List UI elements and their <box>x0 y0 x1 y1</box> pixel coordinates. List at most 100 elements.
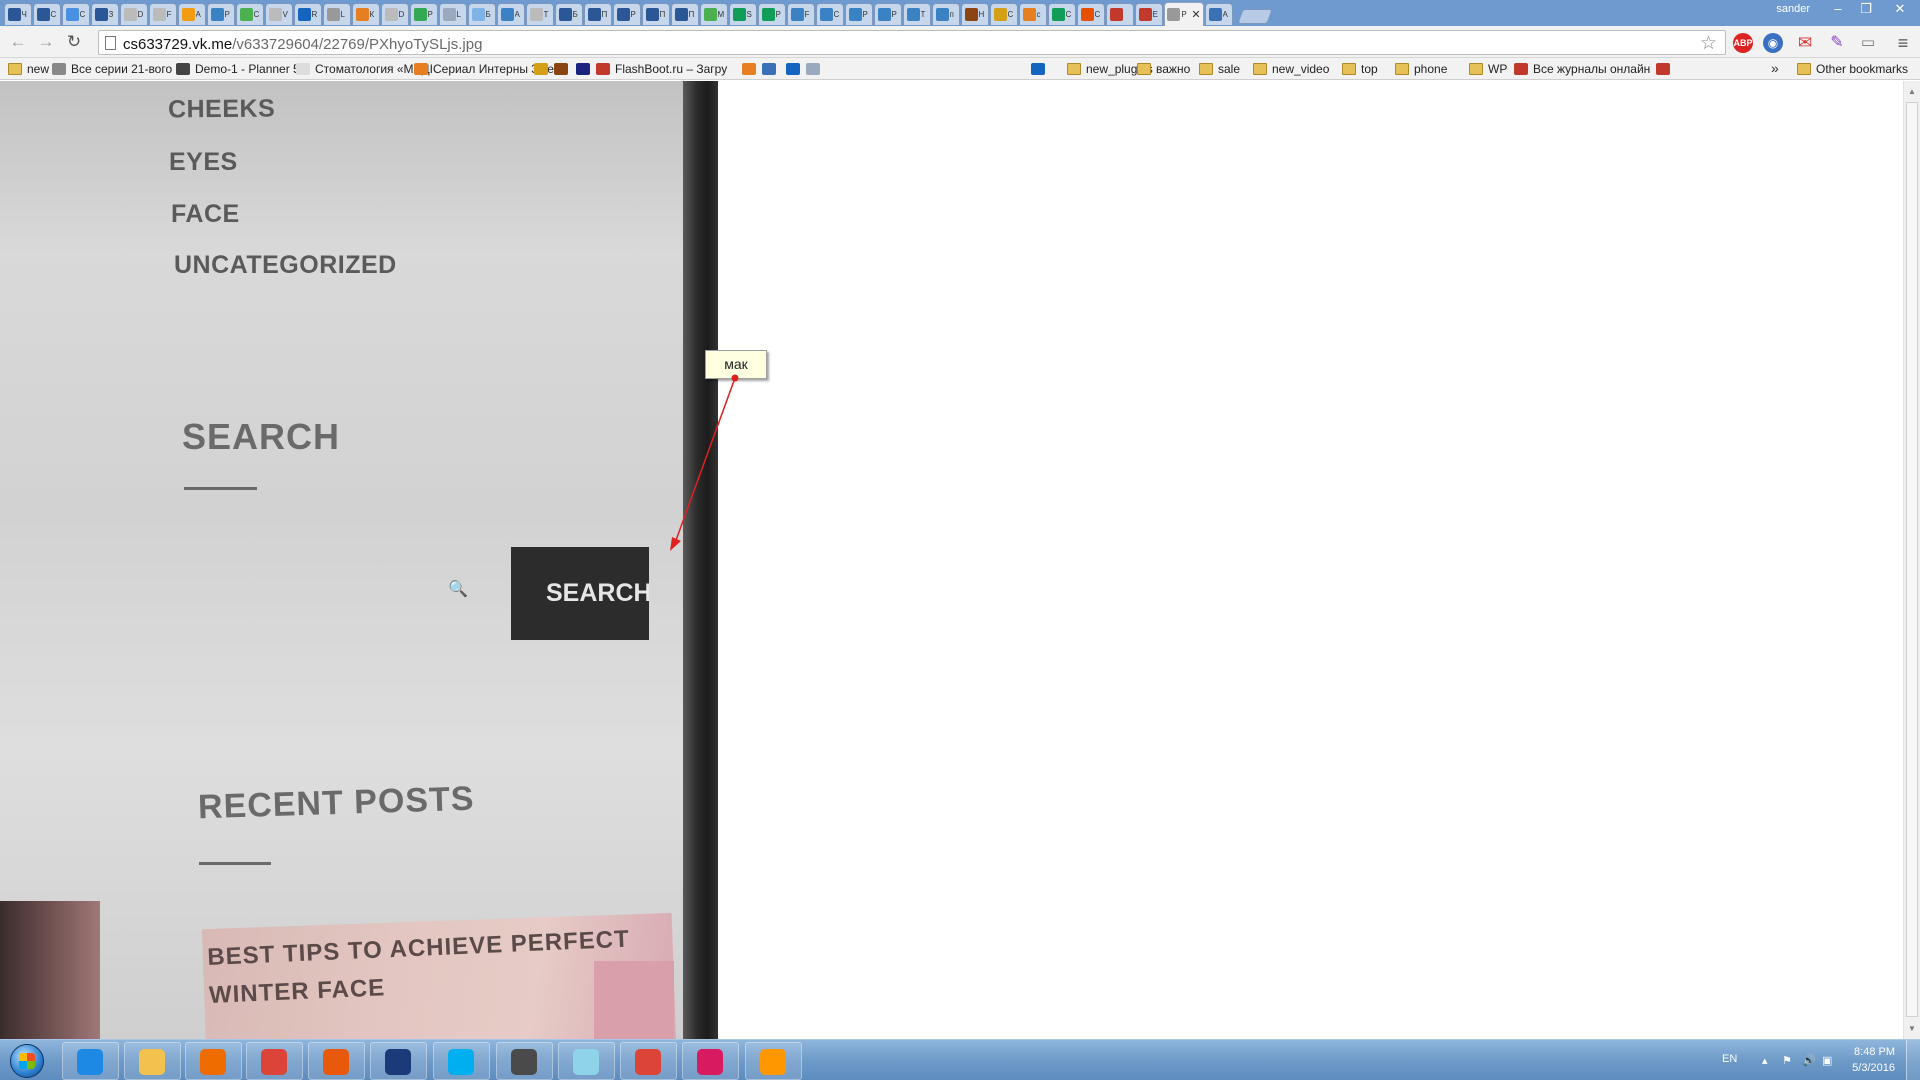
taskbar-media-player-button[interactable] <box>185 1042 242 1080</box>
browser-tab[interactable]: Р <box>845 3 873 25</box>
browser-tab[interactable]: Б <box>555 3 583 25</box>
reload-button[interactable]: ↻ <box>64 32 84 52</box>
taskbar-chrome-button[interactable] <box>246 1042 303 1080</box>
browser-tab[interactable]: Ч <box>4 3 32 25</box>
network-icon[interactable]: ▣ <box>1822 1054 1832 1067</box>
category-link-cheeks[interactable]: CHEEKS <box>168 95 275 125</box>
other-bookmarks[interactable]: Other bookmarks <box>1797 61 1908 77</box>
browser-tab[interactable]: п <box>932 3 960 25</box>
browser-tab[interactable]: С <box>236 3 264 25</box>
category-link-eyes[interactable]: EYES <box>169 148 238 177</box>
browser-tab[interactable]: с <box>1019 3 1047 25</box>
browser-tab[interactable]: С <box>990 3 1018 25</box>
action-center-icon[interactable]: ⚑ <box>1782 1054 1792 1067</box>
bookmark-item[interactable] <box>786 61 805 77</box>
taskbar-skype-button[interactable] <box>433 1042 490 1080</box>
minimize-button[interactable]: – <box>1824 0 1852 19</box>
browser-tab[interactable]: Т <box>526 3 554 25</box>
start-button[interactable] <box>4 1042 50 1080</box>
browser-tab[interactable]: Р <box>410 3 438 25</box>
bookmark-item[interactable] <box>576 61 595 77</box>
bookmark-folder[interactable]: phone <box>1395 61 1447 77</box>
browser-tab[interactable]: S <box>729 3 757 25</box>
search-button[interactable]: SEARCH <box>511 547 649 640</box>
bookmark-folder[interactable]: new_video <box>1253 61 1329 77</box>
browser-tab[interactable]: Е <box>1135 3 1163 25</box>
browser-tab[interactable]: З <box>91 3 119 25</box>
back-button[interactable]: ← <box>8 32 28 52</box>
close-window-button[interactable]: ✕ <box>1880 0 1920 19</box>
bookmark-folder[interactable]: sale <box>1199 61 1240 77</box>
scroll-up-arrow-icon[interactable]: ▲ <box>1908 87 1916 96</box>
browser-tab[interactable]: Р <box>613 3 641 25</box>
browser-tab[interactable]: П <box>671 3 699 25</box>
category-link-face[interactable]: FACE <box>171 200 240 229</box>
browser-tab[interactable]: П <box>642 3 670 25</box>
restore-button[interactable]: ❐ <box>1852 0 1880 19</box>
taskbar-internet-explorer-button[interactable] <box>62 1042 119 1080</box>
browser-tab[interactable]: D <box>381 3 409 25</box>
taskbar-image-viewer-button[interactable] <box>745 1042 802 1080</box>
globe-extension-icon[interactable]: ◉ <box>1763 33 1783 53</box>
bookmark-folder[interactable]: важно <box>1137 61 1190 77</box>
browser-tab[interactable]: С <box>33 3 61 25</box>
new-tab-button[interactable] <box>1237 9 1273 24</box>
taskbar-sublime-text-button[interactable] <box>496 1042 553 1080</box>
browser-tab[interactable]: А <box>1205 3 1233 25</box>
language-indicator[interactable]: EN <box>1722 1053 1737 1065</box>
browser-tab[interactable]: М <box>700 3 728 25</box>
browser-tab[interactable]: Н <box>961 3 989 25</box>
tab-close-icon[interactable]: ✕ <box>1191 8 1200 21</box>
bookmark-item[interactable]: FlashBoot.ru – Загру <box>596 61 727 77</box>
bookmark-star-icon[interactable]: ☆ <box>1700 32 1717 55</box>
scroll-down-arrow-icon[interactable]: ▼ <box>1908 1024 1916 1033</box>
browser-tab[interactable]: L <box>323 3 351 25</box>
clock-date[interactable]: 5/3/2016 <box>1852 1062 1895 1074</box>
browser-tab[interactable]: Р <box>758 3 786 25</box>
bookmark-item[interactable] <box>762 61 781 77</box>
browser-tab[interactable]: D <box>120 3 148 25</box>
cast-icon[interactable]: ▭ <box>1858 33 1878 53</box>
clock-time[interactable]: 8:48 PM <box>1854 1046 1895 1058</box>
bookmark-item[interactable] <box>742 61 761 77</box>
bookmark-item[interactable]: Все серии 21-вого се <box>52 61 188 77</box>
browser-tab[interactable]: С <box>816 3 844 25</box>
forward-button[interactable]: → <box>36 32 56 52</box>
show-hidden-icons-icon[interactable]: ▴ <box>1762 1054 1768 1067</box>
chrome-menu-icon[interactable]: ≡ <box>1893 33 1913 53</box>
pen-extension-icon[interactable]: ✎ <box>1827 33 1847 53</box>
volume-icon[interactable]: 🔊 <box>1802 1054 1816 1067</box>
bookmark-item[interactable]: Сериал Интерны 3 се <box>414 61 554 77</box>
browser-tab[interactable]: А <box>497 3 525 25</box>
bookmark-folder[interactable]: WP <box>1469 61 1507 77</box>
browser-tab[interactable]: V <box>265 3 293 25</box>
bookmark-item[interactable]: Стоматология «МЕДІ <box>296 61 433 77</box>
taskbar-s-app-button[interactable] <box>682 1042 739 1080</box>
category-link-uncategorized[interactable]: UNCATEGORIZED <box>174 251 397 280</box>
browser-tab[interactable]: К <box>352 3 380 25</box>
taskbar-chrome-2-button[interactable] <box>620 1042 677 1080</box>
taskbar-file-explorer-button[interactable] <box>124 1042 181 1080</box>
browser-tab[interactable]: L <box>439 3 467 25</box>
browser-tab[interactable]: R <box>294 3 322 25</box>
bookmark-item[interactable] <box>806 61 825 77</box>
browser-tab[interactable] <box>1106 3 1134 25</box>
scroll-thumb[interactable] <box>1906 102 1918 1017</box>
adblock-plus-icon[interactable]: ABP <box>1733 33 1753 53</box>
browser-tab[interactable]: А <box>178 3 206 25</box>
bookmark-folder[interactable]: new <box>8 61 49 77</box>
show-desktop-button[interactable] <box>1906 1040 1920 1081</box>
url-text[interactable]: cs633729.vk.me/v633729604/22769/PXhyoTyS… <box>123 36 482 53</box>
bookmark-folder[interactable]: top <box>1342 61 1378 77</box>
taskbar-firefox-button[interactable] <box>308 1042 365 1080</box>
bookmark-item[interactable] <box>534 61 553 77</box>
browser-tab[interactable]: С <box>62 3 90 25</box>
browser-tab[interactable]: Б <box>468 3 496 25</box>
vertical-scrollbar[interactable]: ▲ ▼ <box>1903 81 1920 1039</box>
bookmark-item[interactable]: Demo-1 - Planner 5D <box>176 61 308 77</box>
address-bar[interactable]: cs633729.vk.me/v633729604/22769/PXhyoTyS… <box>98 30 1726 55</box>
browser-tab[interactable]: Р <box>207 3 235 25</box>
mail-checker-icon[interactable]: ✉ <box>1795 33 1815 53</box>
browser-tab[interactable]: Т <box>903 3 931 25</box>
browser-tab[interactable]: Р <box>874 3 902 25</box>
